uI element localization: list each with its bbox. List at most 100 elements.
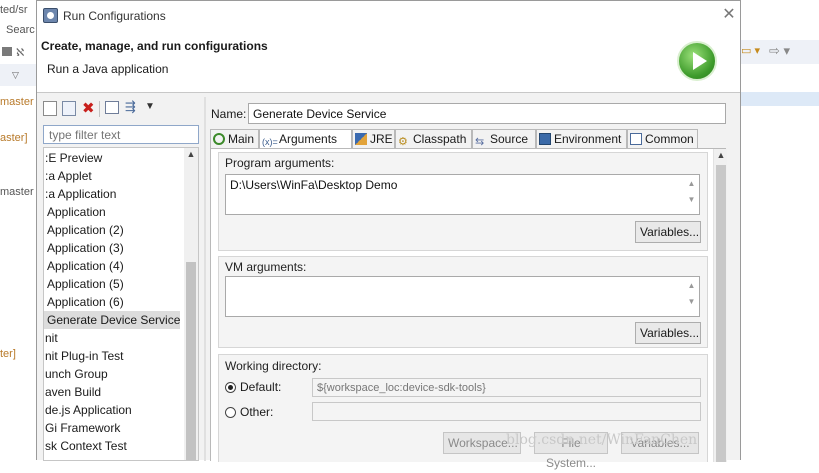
program-arguments-group: Program arguments: D:\Users\WinFa\Deskto… xyxy=(218,152,708,251)
tree-item[interactable]: nit xyxy=(44,329,58,347)
source-icon: ⇆ xyxy=(475,136,485,148)
bg-text: master xyxy=(0,186,34,198)
tree-item[interactable]: Application (2) xyxy=(44,221,124,239)
tree-item[interactable]: aven Build xyxy=(44,383,101,401)
tree-scrollbar[interactable]: ▲ xyxy=(184,148,198,460)
tree-item-selected[interactable]: Generate Device Service xyxy=(44,311,180,329)
working-directory-label: Working directory: xyxy=(225,359,322,373)
program-arguments-label: Program arguments: xyxy=(225,156,335,170)
program-arguments-input[interactable]: D:\Users\WinFa\Desktop Demo ▲ ▼ xyxy=(225,174,700,215)
tab-label: Environment xyxy=(554,132,622,146)
vm-arguments-input[interactable]: ▲ ▼ xyxy=(225,276,700,317)
tab-label: JRE xyxy=(370,132,393,146)
vm-variables-button[interactable]: Variables... xyxy=(635,322,701,344)
tab-arguments[interactable]: (x)=Arguments xyxy=(259,129,352,150)
run-configurations-dialog: Run Configurations ✕ Create, manage, and… xyxy=(36,0,741,470)
tree-scroll-thumb[interactable] xyxy=(186,262,196,460)
tree-item[interactable]: Application (6) xyxy=(44,293,124,311)
background-toolbar: ▭ ▾ ⇨ ▾ xyxy=(741,40,819,64)
bg-text: master xyxy=(0,96,34,108)
bg-toolbar-icon xyxy=(2,47,12,56)
tree-item[interactable]: de.js Application xyxy=(44,401,132,419)
background-band xyxy=(741,92,819,106)
toolbar-separator xyxy=(99,101,100,117)
collapse-all-icon[interactable] xyxy=(105,101,119,114)
common-icon xyxy=(630,133,642,145)
variables-button[interactable]: Variables... xyxy=(635,221,701,243)
tab-label: Classpath xyxy=(413,132,467,146)
close-icon[interactable]: ✕ xyxy=(719,5,739,25)
tree-item[interactable]: :a Application xyxy=(44,185,116,203)
bg-text: ted/sr xyxy=(0,4,28,16)
scroll-up-icon[interactable]: ▲ xyxy=(715,150,727,160)
tree-item[interactable]: Application xyxy=(44,203,106,221)
other-radio[interactable] xyxy=(225,407,236,418)
vm-arguments-group: VM arguments: ▲ ▼ Variables... xyxy=(218,256,708,348)
main-icon xyxy=(213,133,225,145)
name-input[interactable] xyxy=(248,103,726,124)
bg-text: Searc xyxy=(6,24,35,36)
program-arguments-value: D:\Users\WinFa\Desktop Demo xyxy=(230,178,398,192)
header-title: Create, manage, and run configurations xyxy=(41,39,268,53)
arguments-icon: (x)= xyxy=(262,137,278,147)
run-dropdown-icon: ▭ ▾ xyxy=(741,45,760,57)
tree-item[interactable]: Application (4) xyxy=(44,257,124,275)
new-config-icon[interactable] xyxy=(43,101,57,116)
tree-item[interactable]: Gi Framework xyxy=(44,419,120,437)
tab-common[interactable]: Common xyxy=(627,129,698,149)
tree-item[interactable]: sk Context Test xyxy=(44,437,127,455)
dialog-header: Create, manage, and run configurations R… xyxy=(37,31,740,93)
arguments-pane: Program arguments: D:\Users\WinFa\Deskto… xyxy=(210,148,727,470)
bg-text: ter] xyxy=(0,348,16,360)
eclipse-icon xyxy=(43,8,58,23)
tab-label: Common xyxy=(645,132,694,146)
tab-label: Arguments xyxy=(279,132,338,146)
textarea-scrollbar[interactable]: ▲ ▼ xyxy=(685,176,698,213)
filter-icon[interactable]: ⇶ xyxy=(125,99,136,115)
filter-input[interactable] xyxy=(43,125,199,144)
bg-text: aster] xyxy=(0,132,28,144)
other-label: Other: xyxy=(240,405,274,419)
config-tree: :E Preview :a Applet :a Application Appl… xyxy=(43,147,199,461)
tab-source[interactable]: ⇆ Source xyxy=(472,129,536,149)
bg-toolbar-icon: ℵ xyxy=(16,47,25,59)
panel-splitter[interactable] xyxy=(204,97,206,461)
forward-arrow-icon: ⇨ ▾ xyxy=(769,43,791,58)
pane-scrollbar[interactable]: ▲ xyxy=(713,149,727,462)
environment-icon xyxy=(539,133,551,145)
view-menu-icon[interactable]: ▼ xyxy=(145,101,155,112)
default-directory-field: ${workspace_loc:device-sdk-tools} xyxy=(312,378,701,397)
tree-item[interactable]: Application (5) xyxy=(44,275,124,293)
tree-item[interactable]: :a Applet xyxy=(44,167,92,185)
delete-icon[interactable]: ✖ xyxy=(82,99,95,117)
tab-label: Main xyxy=(228,132,255,146)
tree-item[interactable]: Application (3) xyxy=(44,239,124,257)
tab-main[interactable]: Main xyxy=(210,129,259,149)
vm-arguments-label: VM arguments: xyxy=(225,260,307,274)
tree-item[interactable]: nit Plug-in Test xyxy=(44,347,124,365)
dialog-title: Run Configurations xyxy=(63,9,166,23)
config-tabs: Main (x)=Arguments JRE ⚙ Classpath ⇆ Sourc… xyxy=(210,129,730,150)
run-icon xyxy=(677,41,717,81)
scroll-up-icon[interactable]: ▲ xyxy=(186,149,196,159)
other-directory-field[interactable] xyxy=(312,402,701,421)
pane-scroll-thumb[interactable] xyxy=(716,165,726,462)
jre-icon xyxy=(355,133,367,145)
tab-environment[interactable]: Environment xyxy=(536,129,627,149)
watermark: blog.csdn.net/WinFanChen xyxy=(506,432,698,448)
tree-item[interactable]: unch Group xyxy=(44,365,108,383)
tab-jre[interactable]: JRE xyxy=(352,129,395,149)
background-ide-left: ted/sr Searc ℵ ▽ master aster] master te… xyxy=(0,0,36,460)
background-ide-right xyxy=(741,0,819,460)
default-label: Default: xyxy=(240,380,282,394)
tab-label: Source xyxy=(490,132,529,146)
textarea-scrollbar[interactable]: ▲ ▼ xyxy=(685,278,698,315)
duplicate-icon[interactable] xyxy=(62,101,76,116)
tree-item[interactable]: :E Preview xyxy=(44,149,102,167)
header-subtitle: Run a Java application xyxy=(47,62,169,76)
tab-classpath[interactable]: ⚙ Classpath xyxy=(395,129,472,149)
config-toolbar: ✖ ⇶ ▼ xyxy=(41,99,201,121)
default-radio[interactable] xyxy=(225,382,236,393)
bg-collapse-icon: ▽ xyxy=(12,70,19,80)
title-bar: Run Configurations ✕ xyxy=(37,1,740,31)
